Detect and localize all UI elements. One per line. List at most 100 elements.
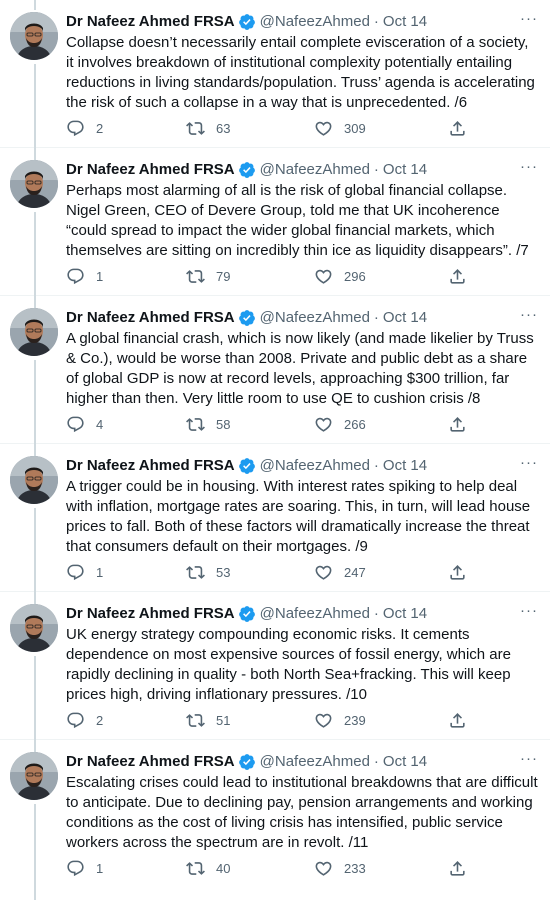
separator-dot: · — [373, 605, 379, 622]
tweet-header: Dr Nafeez Ahmed FRSA @NafeezAhmed · Oct … — [66, 159, 538, 180]
like-button[interactable]: 247 — [314, 563, 366, 582]
tweet[interactable]: Dr Nafeez Ahmed FRSA @NafeezAhmed · Oct … — [0, 740, 550, 900]
tweet-date[interactable]: Oct 14 — [383, 12, 427, 32]
author-handle[interactable]: @NafeezAhmed — [260, 12, 370, 32]
like-button[interactable]: 266 — [314, 415, 366, 434]
tweet-date[interactable]: Oct 14 — [383, 308, 427, 328]
tweet-content: Dr Nafeez Ahmed FRSA @NafeezAhmed · Oct … — [66, 455, 538, 557]
retweet-button[interactable]: 79 — [186, 267, 230, 286]
reply-count: 4 — [96, 416, 104, 432]
tweet-header: Dr Nafeez Ahmed FRSA @NafeezAhmed · Oct … — [66, 751, 538, 772]
more-icon[interactable]: ··· — [520, 159, 538, 174]
author-name[interactable]: Dr Nafeez Ahmed FRSA — [66, 752, 235, 772]
share-button[interactable] — [448, 267, 467, 286]
author-handle[interactable]: @NafeezAhmed — [260, 752, 370, 772]
separator-dot: · — [373, 457, 379, 474]
author-handle[interactable]: @NafeezAhmed — [260, 308, 370, 328]
reply-count: 1 — [96, 268, 104, 284]
share-icon — [450, 416, 465, 432]
tweet-content: Dr Nafeez Ahmed FRSA @NafeezAhmed · Oct … — [66, 603, 538, 705]
reply-button[interactable]: 1 — [66, 563, 103, 582]
tweet-date[interactable]: Oct 14 — [383, 752, 427, 772]
author-name[interactable]: Dr Nafeez Ahmed FRSA — [66, 604, 235, 624]
author-name[interactable]: Dr Nafeez Ahmed FRSA — [66, 160, 235, 180]
avatar[interactable] — [10, 752, 58, 800]
more-icon[interactable]: ··· — [520, 11, 538, 26]
avatar-column — [10, 308, 58, 456]
like-button[interactable]: 309 — [314, 119, 366, 138]
reply-button[interactable]: 4 — [66, 415, 103, 434]
tweet[interactable]: Dr Nafeez Ahmed FRSA @NafeezAhmed · Oct … — [0, 0, 550, 160]
tweet-actions: 2 51 239 — [66, 710, 476, 730]
more-icon[interactable]: ··· — [520, 751, 538, 766]
avatar[interactable] — [10, 308, 58, 356]
avatar[interactable] — [10, 12, 58, 60]
reply-count: 1 — [96, 860, 104, 876]
thread-connector — [34, 64, 36, 160]
avatar-column — [10, 160, 58, 308]
verified-badge-icon — [238, 605, 256, 623]
retweet-button[interactable]: 53 — [186, 563, 230, 582]
retweet-button[interactable]: 40 — [186, 859, 230, 878]
author-name[interactable]: Dr Nafeez Ahmed FRSA — [66, 308, 235, 328]
like-button[interactable]: 296 — [314, 267, 366, 286]
tweet-text: UK energy strategy compounding economic … — [66, 626, 511, 703]
reply-icon — [67, 120, 84, 136]
tweet-actions: 1 40 233 — [66, 858, 476, 878]
share-button[interactable] — [448, 859, 467, 878]
author-name[interactable]: Dr Nafeez Ahmed FRSA — [66, 12, 235, 32]
like-count: 266 — [344, 416, 366, 432]
reply-button[interactable]: 2 — [66, 119, 103, 138]
reply-button[interactable]: 2 — [66, 711, 103, 730]
author-handle[interactable]: @NafeezAhmed — [260, 604, 370, 624]
like-button[interactable]: 233 — [314, 859, 366, 878]
reply-icon — [67, 268, 84, 284]
avatar-column — [10, 752, 58, 900]
tweet-content: Dr Nafeez Ahmed FRSA @NafeezAhmed · Oct … — [66, 159, 538, 261]
share-button[interactable] — [448, 415, 467, 434]
retweet-button[interactable]: 63 — [186, 119, 230, 138]
tweet-content: Dr Nafeez Ahmed FRSA @NafeezAhmed · Oct … — [66, 751, 538, 853]
author-handle[interactable]: @NafeezAhmed — [260, 160, 370, 180]
share-button[interactable] — [448, 119, 467, 138]
share-button[interactable] — [448, 563, 467, 582]
more-icon[interactable]: ··· — [520, 307, 538, 322]
author-name[interactable]: Dr Nafeez Ahmed FRSA — [66, 456, 235, 476]
like-count: 247 — [344, 564, 366, 580]
tweet[interactable]: Dr Nafeez Ahmed FRSA @NafeezAhmed · Oct … — [0, 148, 550, 308]
tweet-date[interactable]: Oct 14 — [383, 160, 427, 180]
like-count: 309 — [344, 120, 366, 136]
tweet[interactable]: Dr Nafeez Ahmed FRSA @NafeezAhmed · Oct … — [0, 296, 550, 456]
avatar[interactable] — [10, 456, 58, 504]
avatar-image — [10, 752, 58, 800]
more-icon[interactable]: ··· — [520, 455, 538, 470]
more-icon[interactable]: ··· — [520, 603, 538, 618]
share-button[interactable] — [448, 711, 467, 730]
separator-dot: · — [373, 161, 379, 178]
separator-dot: · — [373, 309, 379, 326]
share-icon — [450, 120, 465, 136]
avatar-image — [10, 604, 58, 652]
tweet[interactable]: Dr Nafeez Ahmed FRSA @NafeezAhmed · Oct … — [0, 592, 550, 752]
tweet-date[interactable]: Oct 14 — [383, 604, 427, 624]
share-icon — [450, 268, 465, 284]
tweet-text: A global financial crash, which is now l… — [66, 330, 534, 407]
like-button[interactable]: 239 — [314, 711, 366, 730]
reply-button[interactable]: 1 — [66, 267, 103, 286]
avatar[interactable] — [10, 160, 58, 208]
avatar-image — [10, 456, 58, 504]
retweet-count: 51 — [216, 712, 231, 728]
reply-icon — [67, 860, 84, 876]
reply-button[interactable]: 1 — [66, 859, 103, 878]
like-icon — [315, 713, 332, 728]
author-handle[interactable]: @NafeezAhmed — [260, 456, 370, 476]
like-count: 239 — [344, 712, 366, 728]
tweet-date[interactable]: Oct 14 — [383, 456, 427, 476]
avatar[interactable] — [10, 604, 58, 652]
retweet-button[interactable]: 51 — [186, 711, 230, 730]
retweet-button[interactable]: 58 — [186, 415, 230, 434]
tweet[interactable]: Dr Nafeez Ahmed FRSA @NafeezAhmed · Oct … — [0, 444, 550, 604]
share-icon — [450, 564, 465, 580]
avatar-column — [10, 604, 58, 752]
share-icon — [450, 712, 465, 728]
